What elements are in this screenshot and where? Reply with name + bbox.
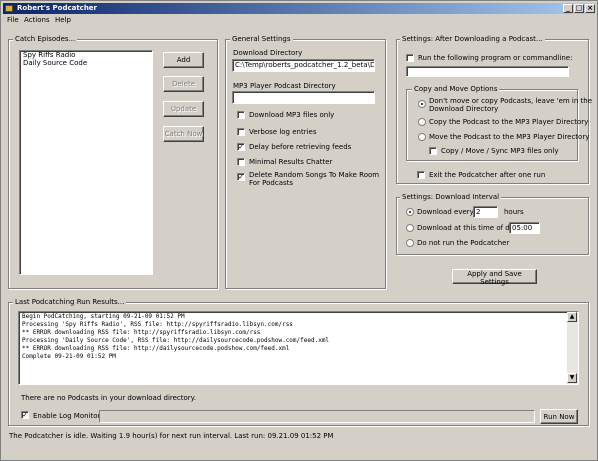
delay-feeds-checkbox[interactable]: ✓ bbox=[237, 143, 245, 151]
download-time-field[interactable]: 05:00 bbox=[509, 222, 540, 234]
download-mp3-only-label: Download MP3 files only bbox=[249, 111, 335, 119]
close-button[interactable]: × bbox=[585, 4, 595, 13]
after-download-label: Settings: After Downloading a Podcast... bbox=[400, 35, 545, 43]
download-every-hours-field[interactable]: 2 bbox=[473, 206, 498, 218]
run-log[interactable]: Begin PodCatching, starting 09-21-09 01:… bbox=[18, 311, 579, 385]
list-item[interactable]: Daily Source Code bbox=[20, 59, 152, 67]
no-podcasts-message: There are no Podcasts in your download d… bbox=[21, 394, 197, 402]
leave-in-download-label-line2: Download Directory bbox=[429, 105, 499, 113]
scroll-down-icon[interactable]: ▼ bbox=[567, 373, 577, 383]
move-to-mp3-label: Move the Podcast to the MP3 Player Direc… bbox=[429, 133, 590, 141]
mp3-directory-field[interactable] bbox=[232, 91, 375, 104]
menu-help[interactable]: Help bbox=[55, 16, 71, 24]
status-text: The Podcatcher is idle. Waiting 1.9 hour… bbox=[9, 432, 334, 440]
log-scrollbar[interactable]: ▲ ▼ bbox=[567, 312, 578, 384]
run-progress-bar bbox=[99, 410, 535, 423]
log-line: Processing 'Spy Riffs Radio', RSS file: … bbox=[22, 321, 293, 328]
download-at-time-label: Download at this time of day bbox=[417, 224, 519, 232]
minimize-button[interactable]: _ bbox=[563, 4, 573, 13]
delete-random-songs-label-line2: For Podcasts bbox=[249, 179, 294, 187]
leave-in-download-radio[interactable] bbox=[418, 100, 426, 108]
verbose-log-label: Verbose log entries bbox=[249, 128, 317, 136]
log-line: Begin PodCatching, starting 09-21-09 01:… bbox=[22, 313, 185, 320]
sync-mp3-only-label: Copy / Move / Sync MP3 files only bbox=[441, 147, 559, 155]
minimal-chatter-label: Minimal Results Chatter bbox=[249, 158, 333, 166]
catch-now-button[interactable]: Catch Now bbox=[163, 126, 204, 142]
mp3-directory-label: MP3 Player Podcast Directory bbox=[233, 82, 336, 90]
app-window: Robert's Podcatcher _ □ × File Actions H… bbox=[0, 0, 598, 461]
delete-random-songs-label: Delete Random Songs To Make Room bbox=[249, 171, 380, 179]
run-program-field[interactable] bbox=[406, 66, 569, 77]
podcast-list[interactable]: Spy Riffs Radio Daily Source Code bbox=[19, 50, 153, 275]
enable-log-monitor-checkbox[interactable]: ✓ bbox=[21, 411, 29, 419]
download-directory-label: Download Directory bbox=[233, 49, 303, 57]
enable-log-monitor-label: Enable Log Monitor bbox=[33, 412, 101, 420]
update-button[interactable]: Update bbox=[163, 101, 204, 117]
do-not-run-radio[interactable] bbox=[406, 239, 414, 247]
window-title: Robert's Podcatcher bbox=[17, 4, 98, 12]
run-program-label: Run the following program or commandline… bbox=[418, 54, 573, 62]
log-line: ** ERROR downloading RSS file: http://da… bbox=[22, 345, 290, 352]
verbose-log-checkbox[interactable] bbox=[237, 128, 245, 136]
last-run-label: Last Podcatching Run Results... bbox=[13, 298, 127, 306]
delay-feeds-label: Delay before retrieving feeds bbox=[249, 143, 352, 151]
add-button[interactable]: Add bbox=[163, 52, 204, 68]
delete-random-songs-checkbox[interactable]: ✓ bbox=[237, 173, 245, 181]
exit-after-run-checkbox[interactable] bbox=[417, 171, 425, 179]
leave-in-download-label: Don't move or copy Podcasts, leave 'em i… bbox=[429, 97, 593, 105]
move-to-mp3-radio[interactable] bbox=[418, 133, 426, 141]
run-program-checkbox[interactable] bbox=[406, 54, 414, 62]
apply-save-button[interactable]: Apply and Save Settings bbox=[452, 269, 537, 286]
copy-to-mp3-radio[interactable] bbox=[418, 118, 426, 126]
copy-to-mp3-label: Copy the Podcast to the MP3 Player Direc… bbox=[429, 118, 589, 126]
log-line: Processing 'Daily Source Code', RSS file… bbox=[22, 337, 330, 344]
run-now-button[interactable]: Run Now bbox=[540, 409, 578, 424]
copy-move-label: Copy and Move Options bbox=[412, 85, 500, 93]
do-not-run-label: Do not run the Podcatcher bbox=[417, 239, 510, 247]
scroll-up-icon[interactable]: ▲ bbox=[567, 312, 577, 322]
download-every-radio[interactable] bbox=[406, 208, 414, 216]
delete-button[interactable]: Delete bbox=[163, 76, 204, 92]
menu-bar: File Actions Help bbox=[3, 15, 595, 25]
sync-mp3-only-checkbox[interactable] bbox=[429, 147, 437, 155]
list-item[interactable]: Spy Riffs Radio bbox=[20, 51, 152, 59]
menu-actions[interactable]: Actions bbox=[24, 16, 50, 24]
log-line: Complete 09-21-09 01:52 PM bbox=[22, 353, 116, 360]
maximize-button[interactable]: □ bbox=[574, 4, 584, 13]
minimal-chatter-checkbox[interactable] bbox=[237, 158, 245, 166]
download-every-label: Download every bbox=[417, 208, 474, 216]
app-icon bbox=[5, 5, 13, 12]
title-bar[interactable]: Robert's Podcatcher _ □ × bbox=[3, 3, 595, 14]
general-settings-label: General Settings bbox=[230, 35, 293, 43]
download-interval-label: Settings: Download Interval bbox=[400, 193, 502, 201]
menu-file[interactable]: File bbox=[7, 16, 19, 24]
log-line: ** ERROR downloading RSS file: http://sp… bbox=[22, 329, 261, 336]
download-mp3-only-checkbox[interactable] bbox=[237, 111, 245, 119]
download-directory-field[interactable]: C:\Temp\roberts_podcatcher_1.2_beta\Dow bbox=[232, 59, 375, 72]
download-at-time-radio[interactable] bbox=[406, 224, 414, 232]
hours-unit-label: hours bbox=[504, 208, 524, 216]
catch-episodes-label: Catch Episodes... bbox=[13, 35, 78, 43]
exit-after-run-label: Exit the Podcatcher after one run bbox=[429, 171, 546, 179]
